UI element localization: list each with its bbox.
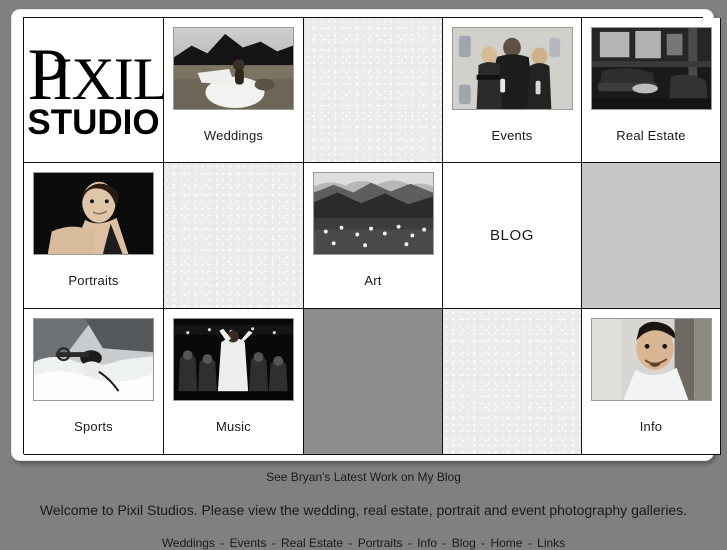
empty-tile-r3c4 <box>443 309 582 455</box>
footer-nav-separator: - <box>477 536 489 550</box>
gallery-tile-label: Weddings <box>203 128 264 143</box>
footer-nav-separator: - <box>524 536 536 550</box>
footer-nav-link-info[interactable]: Info <box>417 536 437 550</box>
gallery-tile-label: Real Estate <box>616 128 686 143</box>
gallery-tile-label: Sports <box>74 419 113 434</box>
gallery-tile-label: Events <box>491 128 533 143</box>
gallery-tile-sports[interactable]: Sports <box>24 309 164 455</box>
footer-nav-link-real-estate[interactable]: Real Estate <box>281 536 343 550</box>
footer-nav-link-events[interactable]: Events <box>230 536 267 550</box>
footer-nav-link-weddings[interactable]: Weddings <box>162 536 215 550</box>
page-frame: P IXIL STUDIO Weddings Events Real Estat… <box>11 9 721 461</box>
gallery-tile-label: Art <box>364 273 382 288</box>
empty-tile-r2c2 <box>164 163 304 309</box>
gallery-grid: P IXIL STUDIO Weddings Events Real Estat… <box>23 17 721 455</box>
footer-nav-separator: - <box>216 536 228 550</box>
footer-nav: Weddings - Events - Real Estate - Portra… <box>0 536 727 550</box>
man-portrait-photo[interactable] <box>590 318 712 401</box>
bride-in-field-photo[interactable] <box>173 27 294 110</box>
welcome-text: Welcome to Pixil Studios. Please view th… <box>39 502 688 518</box>
gallery-tile-blog[interactable]: BLOG <box>443 163 582 309</box>
footer-nav-separator: - <box>345 536 356 550</box>
gallery-tile-label: Info <box>639 419 663 434</box>
gallery-tile-weddings[interactable]: Weddings <box>164 18 304 163</box>
gallery-tile-art[interactable]: Art <box>304 163 443 309</box>
mountain-meadow-photo[interactable] <box>312 172 434 255</box>
blog-promo-line: See Bryan's Latest Work on My Blog <box>0 470 727 484</box>
empty-tile-r2c5 <box>582 163 721 309</box>
gallery-tile-label: BLOG <box>489 227 535 244</box>
concert-crowd-photo[interactable] <box>173 318 294 401</box>
gallery-tile-portraits[interactable]: Portraits <box>24 163 164 309</box>
gallery-tile-info[interactable]: Info <box>582 309 721 455</box>
logo-remaining-letters: IXIL <box>52 45 164 112</box>
kayaker-whitewater-photo[interactable] <box>33 318 154 401</box>
empty-tile-r1c3 <box>304 18 443 163</box>
interior-lounge-photo[interactable] <box>590 27 712 110</box>
footer-nav-link-home[interactable]: Home <box>490 536 522 550</box>
site-logo-cell: P IXIL STUDIO <box>24 18 164 163</box>
gallery-tile-real-estate[interactable]: Real Estate <box>582 18 721 163</box>
footer-nav-link-links[interactable]: Links <box>537 536 565 550</box>
party-group-photo[interactable] <box>451 27 573 110</box>
footer-nav-separator: - <box>268 536 279 550</box>
gallery-tile-music[interactable]: Music <box>164 309 304 455</box>
woman-portrait-photo[interactable] <box>33 172 154 255</box>
gallery-tile-label: Portraits <box>68 273 119 288</box>
footer-nav-link-blog[interactable]: Blog <box>452 536 476 550</box>
blog-promo-link[interactable]: See Bryan's Latest Work on My Blog <box>266 470 461 484</box>
gallery-tile-label: Music <box>216 419 251 434</box>
gallery-tile-events[interactable]: Events <box>443 18 582 163</box>
footer: See Bryan's Latest Work on My Blog Welco… <box>0 470 727 550</box>
footer-nav-link-portraits[interactable]: Portraits <box>358 536 403 550</box>
footer-nav-separator: - <box>404 536 416 550</box>
footer-nav-separator: - <box>439 536 450 550</box>
empty-tile-r3c3 <box>304 309 443 455</box>
pixil-wordmark: P IXIL <box>28 38 164 112</box>
